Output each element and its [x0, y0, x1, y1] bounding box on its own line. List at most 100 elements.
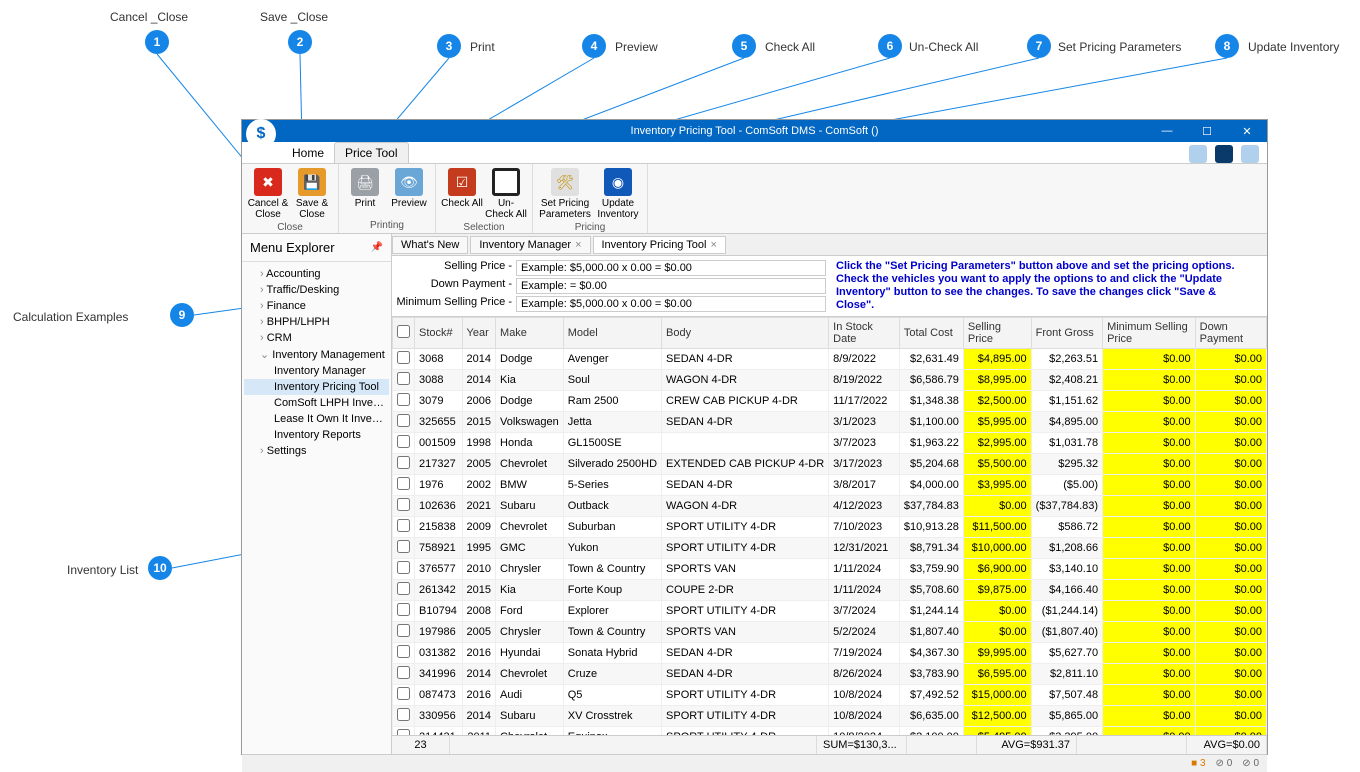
- sidebar-item-lease-own[interactable]: Lease It Own It Inventory...: [244, 411, 389, 427]
- row-checkbox[interactable]: [397, 372, 410, 385]
- col-model[interactable]: Model: [563, 318, 661, 349]
- check-all-button[interactable]: ☑ Check All: [440, 166, 484, 222]
- col-minsell[interactable]: Minimum Selling Price: [1103, 318, 1196, 349]
- save-close-button[interactable]: 💾 Save & Close: [290, 166, 334, 222]
- close-window-button[interactable]: ✕: [1227, 120, 1267, 142]
- sidebar-item-traffic[interactable]: Traffic/Desking: [244, 282, 389, 298]
- sidebar-item-inventory-reports[interactable]: Inventory Reports: [244, 427, 389, 443]
- col-year[interactable]: Year: [462, 318, 495, 349]
- col-selling[interactable]: Selling Price: [963, 318, 1031, 349]
- sidebar-item-settings[interactable]: Settings: [244, 443, 389, 459]
- table-row[interactable]: 214431 2011 Chevrolet Equinox SPORT UTIL…: [393, 727, 1267, 736]
- sidebar-item-accounting[interactable]: Accounting: [244, 266, 389, 282]
- cell-selling: $6,900.00: [963, 559, 1031, 580]
- cell-make: Ford: [496, 601, 564, 622]
- grid-footer: 23 SUM=$130,3... AVG=$931.37 AVG=$0.00: [392, 735, 1267, 754]
- table-row[interactable]: 3088 2014 Kia Soul WAGON 4-DR 8/19/2022 …: [393, 370, 1267, 391]
- table-row[interactable]: 001509 1998 Honda GL1500SE 3/7/2023 $1,9…: [393, 433, 1267, 454]
- table-row[interactable]: 215838 2009 Chevrolet Suburban SPORT UTI…: [393, 517, 1267, 538]
- row-checkbox[interactable]: [397, 561, 410, 574]
- row-checkbox[interactable]: [397, 456, 410, 469]
- cell-body: SPORT UTILITY 4-DR: [662, 517, 829, 538]
- cancel-close-button[interactable]: ✖ Cancel & Close: [246, 166, 290, 222]
- update-inventory-button[interactable]: ◉ Update Inventory: [593, 166, 643, 222]
- callout-label-9: Calculation Examples: [13, 310, 128, 324]
- status-bar: ■ 3 ⊘ 0 ⊘ 0: [242, 754, 1267, 772]
- doc-tab-inventory-pricing[interactable]: Inventory Pricing Tool×: [593, 236, 726, 254]
- sidebar-item-comsoft-lhph[interactable]: ComSoft LHPH Inventory ...: [244, 395, 389, 411]
- col-down[interactable]: Down Payment: [1195, 318, 1266, 349]
- doc-tab-inventory-manager[interactable]: Inventory Manager×: [470, 236, 590, 254]
- row-checkbox[interactable]: [397, 498, 410, 511]
- col-totalcost[interactable]: Total Cost: [899, 318, 963, 349]
- print-button[interactable]: 🖨 Print: [343, 166, 387, 211]
- help-icon-2[interactable]: [1215, 145, 1233, 163]
- col-stock[interactable]: Stock#: [415, 318, 463, 349]
- col-body[interactable]: Body: [662, 318, 829, 349]
- inventory-grid[interactable]: Stock# Year Make Model Body In Stock Dat…: [392, 316, 1267, 735]
- table-row[interactable]: 261342 2015 Kia Forte Koup COUPE 2-DR 1/…: [393, 580, 1267, 601]
- table-row[interactable]: 325655 2015 Volkswagen Jetta SEDAN 4-DR …: [393, 412, 1267, 433]
- table-row[interactable]: 341996 2014 Chevrolet Cruze SEDAN 4-DR 8…: [393, 664, 1267, 685]
- pin-icon[interactable]: 📌: [371, 242, 383, 253]
- table-row[interactable]: 376577 2010 Chrysler Town & Country SPOR…: [393, 559, 1267, 580]
- set-pricing-params-button[interactable]: 🛠 Set Pricing Parameters: [537, 166, 593, 222]
- row-checkbox[interactable]: [397, 582, 410, 595]
- help-icon-1[interactable]: [1189, 145, 1207, 163]
- uncheck-all-button[interactable]: Un-Check All: [484, 166, 528, 222]
- cell-cost: $5,708.60: [899, 580, 963, 601]
- row-checkbox[interactable]: [397, 519, 410, 532]
- row-checkbox[interactable]: [397, 624, 410, 637]
- sidebar-item-bhph[interactable]: BHPH/LHPH: [244, 314, 389, 330]
- row-checkbox[interactable]: [397, 435, 410, 448]
- sidebar-item-inventory-manager[interactable]: Inventory Manager: [244, 363, 389, 379]
- table-row[interactable]: 330956 2014 Subaru XV Crosstrek SPORT UT…: [393, 706, 1267, 727]
- col-checkbox[interactable]: [393, 318, 415, 349]
- table-row[interactable]: 758921 1995 GMC Yukon SPORT UTILITY 4-DR…: [393, 538, 1267, 559]
- row-checkbox[interactable]: [397, 477, 410, 490]
- sidebar-item-inventory-mgmt[interactable]: Inventory Management: [244, 346, 389, 363]
- cell-body: SEDAN 4-DR: [662, 349, 829, 370]
- sidebar-item-crm[interactable]: CRM: [244, 330, 389, 346]
- table-row[interactable]: 102636 2021 Subaru Outback WAGON 4-DR 4/…: [393, 496, 1267, 517]
- table-row[interactable]: 197986 2005 Chrysler Town & Country SPOR…: [393, 622, 1267, 643]
- table-row[interactable]: 087473 2016 Audi Q5 SPORT UTILITY 4-DR 1…: [393, 685, 1267, 706]
- cell-year: 2011: [462, 727, 495, 736]
- tab-home[interactable]: Home: [282, 143, 334, 163]
- sidebar-item-inventory-pricing-tool[interactable]: Inventory Pricing Tool: [244, 379, 389, 395]
- row-checkbox[interactable]: [397, 666, 410, 679]
- table-row[interactable]: B10794 2008 Ford Explorer SPORT UTILITY …: [393, 601, 1267, 622]
- row-checkbox[interactable]: [397, 351, 410, 364]
- tab-price-tool[interactable]: Price Tool: [334, 142, 408, 163]
- header-checkbox[interactable]: [397, 325, 410, 338]
- footer-count: 23: [392, 736, 450, 754]
- sidebar-item-finance[interactable]: Finance: [244, 298, 389, 314]
- preview-button[interactable]: 👁 Preview: [387, 166, 431, 211]
- close-icon[interactable]: ×: [710, 239, 716, 251]
- col-front[interactable]: Front Gross: [1031, 318, 1102, 349]
- row-checkbox[interactable]: [397, 708, 410, 721]
- row-checkbox[interactable]: [397, 603, 410, 616]
- callout-circle-10: 10: [148, 556, 172, 580]
- table-row[interactable]: 3079 2006 Dodge Ram 2500 CREW CAB PICKUP…: [393, 391, 1267, 412]
- table-row[interactable]: 1976 2002 BMW 5-Series SEDAN 4-DR 3/8/20…: [393, 475, 1267, 496]
- table-row[interactable]: 3068 2014 Dodge Avenger SEDAN 4-DR 8/9/2…: [393, 349, 1267, 370]
- cell-cost: $6,635.00: [899, 706, 963, 727]
- close-icon[interactable]: ×: [575, 239, 581, 251]
- minimize-button[interactable]: ―: [1147, 120, 1187, 142]
- row-checkbox[interactable]: [397, 393, 410, 406]
- row-checkbox[interactable]: [397, 540, 410, 553]
- row-checkbox[interactable]: [397, 414, 410, 427]
- row-checkbox[interactable]: [397, 687, 410, 700]
- table-row[interactable]: 031382 2016 Hyundai Sonata Hybrid SEDAN …: [393, 643, 1267, 664]
- cell-min: $0.00: [1103, 391, 1196, 412]
- min-selling-price-example: Example: $5,000.00 x 0.00 = $0.00: [516, 296, 826, 312]
- cell-stock: 217327: [415, 454, 463, 475]
- row-checkbox[interactable]: [397, 645, 410, 658]
- col-make[interactable]: Make: [496, 318, 564, 349]
- help-icon-3[interactable]: [1241, 145, 1259, 163]
- col-instock[interactable]: In Stock Date: [829, 318, 900, 349]
- maximize-button[interactable]: ☐: [1187, 120, 1227, 142]
- table-row[interactable]: 217327 2005 Chevrolet Silverado 2500HD E…: [393, 454, 1267, 475]
- doc-tab-whats-new[interactable]: What's New: [392, 236, 468, 254]
